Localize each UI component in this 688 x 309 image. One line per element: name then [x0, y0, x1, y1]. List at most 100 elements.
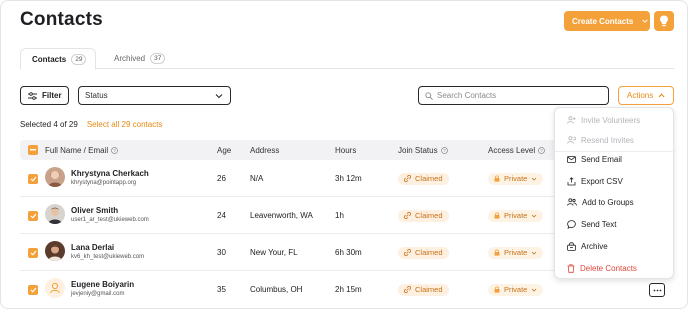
- checkbox-checked[interactable]: [28, 173, 38, 184]
- filter-sliders-icon: [28, 91, 37, 100]
- status-select[interactable]: Status: [78, 86, 231, 105]
- contact-address: New Your, FL: [250, 248, 298, 257]
- menu-send-text-label: Send Text: [581, 219, 617, 229]
- contact-hours: 6h 30m: [335, 248, 362, 257]
- join-status-badge: Claimed: [398, 172, 449, 185]
- create-contacts-button[interactable]: Create Contacts: [564, 11, 650, 31]
- access-level-label: Private: [504, 211, 528, 220]
- access-level-dropdown[interactable]: Private: [488, 209, 544, 222]
- checkbox-checked[interactable]: [28, 210, 38, 221]
- contact-address: Leavenworth, WA: [250, 211, 313, 220]
- contact-name[interactable]: Oliver Smith: [71, 206, 118, 215]
- contact-age: 35: [217, 285, 226, 294]
- menu-delete-contacts[interactable]: Delete Contacts: [567, 260, 637, 276]
- menu-send-email-label: Send Email: [581, 154, 622, 164]
- menu-send-text[interactable]: Send Text: [567, 216, 616, 232]
- menu-send-email[interactable]: Send Email: [567, 151, 622, 167]
- select-all-link[interactable]: Select all 29 contacts: [87, 120, 163, 129]
- row-checkbox[interactable]: [28, 271, 38, 308]
- user-plus-icon: [567, 116, 576, 124]
- access-level-cell[interactable]: Private: [488, 271, 544, 308]
- checkbox-checked[interactable]: [28, 247, 38, 258]
- header-join-status[interactable]: Join Status ?: [398, 140, 448, 160]
- row-checkbox[interactable]: [28, 197, 38, 234]
- menu-export-label: Export CSV: [581, 176, 623, 186]
- row-checkbox[interactable]: [28, 234, 38, 271]
- menu-archive[interactable]: Archive: [567, 238, 608, 254]
- user-placeholder-icon: [50, 282, 60, 294]
- actions-menu: Invite Volunteers Resend Invites Send Em…: [554, 107, 675, 279]
- avatar: [45, 278, 65, 298]
- header-name[interactable]: Full Name / Email ?: [45, 140, 118, 160]
- check-icon: [30, 176, 36, 182]
- join-status-cell: Claimed: [398, 234, 449, 271]
- access-level-cell[interactable]: Private: [488, 197, 544, 234]
- row-more-button[interactable]: [649, 283, 665, 297]
- menu-invite-volunteers[interactable]: Invite Volunteers: [567, 112, 640, 128]
- search-input[interactable]: [437, 91, 597, 100]
- search-box[interactable]: [418, 86, 609, 105]
- help-circle-icon: ?: [440, 146, 448, 154]
- header-age[interactable]: Age: [217, 140, 231, 160]
- check-icon: [30, 213, 36, 219]
- chat-bubble-icon: [567, 219, 576, 229]
- join-status-label: Claimed: [415, 248, 443, 257]
- app-frame: Contacts Create Contacts Contacts 29 Arc…: [0, 0, 688, 309]
- users-icon: [567, 198, 577, 206]
- header-access-level[interactable]: Access Level ?: [488, 140, 545, 160]
- chevron-down-icon: [215, 94, 223, 99]
- menu-archive-label: Archive: [581, 241, 608, 251]
- join-status-badge: Claimed: [398, 209, 449, 222]
- chevron-up-icon: [658, 93, 665, 98]
- contact-hours: 1h: [335, 211, 344, 220]
- more-horizontal-icon: [653, 289, 661, 291]
- access-level-label: Private: [504, 174, 528, 183]
- tab-archived-count: 37: [150, 53, 166, 64]
- tab-contacts-count: 29: [71, 53, 87, 65]
- menu-invite-label: Invite Volunteers: [581, 115, 641, 125]
- access-level-cell[interactable]: Private: [488, 160, 544, 197]
- header-select-all[interactable]: [28, 140, 38, 160]
- access-level-dropdown[interactable]: Private: [488, 246, 544, 259]
- avatar: [45, 204, 65, 224]
- user-refresh-icon: [567, 136, 576, 144]
- tab-contacts[interactable]: Contacts 29: [20, 48, 96, 70]
- help-circle-icon: ?: [538, 146, 545, 154]
- access-level-dropdown[interactable]: Private: [488, 172, 544, 185]
- header-address[interactable]: Address: [250, 140, 279, 160]
- contact-age: 30: [217, 248, 226, 257]
- link-icon: [404, 249, 411, 256]
- lightbulb-icon: [660, 15, 668, 27]
- contact-email: jevjeniy@gmail.com: [71, 291, 125, 297]
- contact-name[interactable]: Eugene Boiyarin: [71, 280, 134, 289]
- contact-name[interactable]: Khrystyna Cherkach: [71, 169, 149, 178]
- selection-info: Selected 4 of 29 Select all 29 contacts: [20, 120, 162, 129]
- access-level-dropdown[interactable]: Private: [488, 283, 544, 296]
- join-status-badge: Claimed: [398, 283, 449, 296]
- tab-contacts-label: Contacts: [32, 54, 67, 64]
- contact-email: kv6_kh_test@ukieweb.com: [71, 254, 145, 260]
- menu-add-to-groups[interactable]: Add to Groups: [567, 194, 634, 210]
- header-hours[interactable]: Hours: [335, 140, 356, 160]
- access-level-cell[interactable]: Private: [488, 234, 544, 271]
- tips-button[interactable]: [654, 11, 674, 31]
- chevron-down-icon: [532, 214, 537, 218]
- menu-export-csv[interactable]: Export CSV: [567, 173, 623, 189]
- menu-resend-invites[interactable]: Resend Invites: [567, 132, 634, 148]
- tab-archived[interactable]: Archived 37: [114, 48, 166, 69]
- avatar: [45, 241, 65, 261]
- menu-resend-label: Resend Invites: [581, 135, 634, 145]
- select-all-checkbox[interactable]: [28, 145, 38, 155]
- lock-icon: [494, 175, 500, 182]
- checkbox-checked[interactable]: [28, 284, 38, 295]
- row-checkbox[interactable]: [28, 160, 38, 197]
- filter-button[interactable]: Filter: [20, 86, 69, 105]
- chevron-down-icon: [532, 177, 537, 181]
- actions-button[interactable]: Actions: [618, 86, 674, 105]
- join-status-cell: Claimed: [398, 160, 449, 197]
- chevron-down-icon: [532, 251, 537, 255]
- contact-name[interactable]: Lana Derlai: [71, 243, 114, 252]
- help-circle-icon: ?: [111, 146, 118, 154]
- contact-age: 26: [217, 174, 226, 183]
- mail-icon: [567, 155, 576, 163]
